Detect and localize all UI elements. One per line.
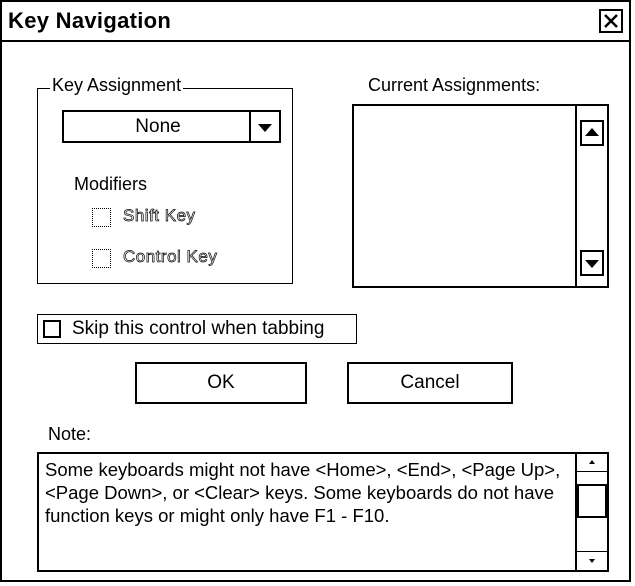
title-bar[interactable]: Key Navigation <box>2 2 629 42</box>
note-scroll-up-button[interactable] <box>577 454 607 472</box>
shift-key-checkbox[interactable] <box>92 208 111 227</box>
list-scrollbar[interactable] <box>575 106 607 286</box>
ok-button[interactable]: OK <box>135 362 307 404</box>
key-assignment-select[interactable]: None <box>62 110 281 143</box>
arrow-up-icon <box>585 128 599 136</box>
cancel-button[interactable]: Cancel <box>347 362 513 404</box>
key-assignment-group-label: Key Assignment <box>50 75 184 96</box>
window-title: Key Navigation <box>8 8 172 33</box>
skip-control-checkbox[interactable] <box>43 320 61 338</box>
scroll-down-button[interactable] <box>580 250 604 276</box>
close-button[interactable] <box>599 9 623 33</box>
close-x-icon <box>604 14 618 28</box>
scroll-up-button[interactable] <box>580 120 604 146</box>
current-assignments-label: Current Assignments: <box>368 75 541 95</box>
dropdown-button[interactable] <box>249 112 279 141</box>
skip-control-label: Skip this control when tabbing <box>72 318 325 339</box>
control-key-label: Control Key <box>123 247 218 267</box>
note-textbox[interactable]: Some keyboards might not have <Home>, <E… <box>37 452 609 572</box>
note-scroll-down-button[interactable] <box>577 551 607 569</box>
arrow-down-icon <box>585 260 599 268</box>
current-assignments-list[interactable] <box>352 104 609 288</box>
scroll-thumb[interactable] <box>577 484 607 518</box>
modifiers-label: Modifiers <box>74 174 148 194</box>
chevron-down-icon <box>258 123 272 132</box>
note-scrollbar[interactable] <box>575 454 607 570</box>
key-assignment-value: None <box>135 116 181 137</box>
note-label: Note: <box>48 424 92 444</box>
arrow-up-icon <box>589 460 595 464</box>
control-key-checkbox[interactable] <box>92 249 111 268</box>
note-text: Some keyboards might not have <Home>, <E… <box>45 459 561 526</box>
skip-control-option[interactable]: Skip this control when tabbing <box>37 314 357 344</box>
shift-key-label: Shift Key <box>123 206 196 226</box>
arrow-down-icon <box>589 559 595 563</box>
